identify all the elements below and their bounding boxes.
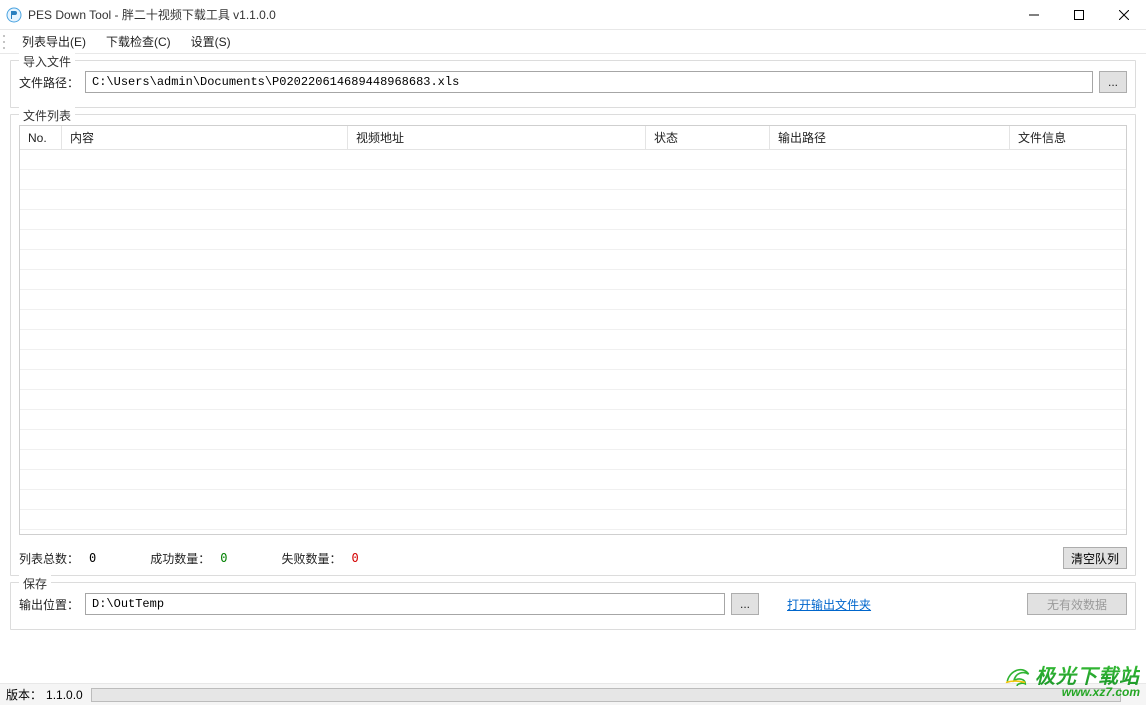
fail-count-value: 0 xyxy=(352,551,359,565)
file-list-grid[interactable]: No. 内容 视频地址 状态 输出路径 文件信息 xyxy=(19,125,1127,535)
file-path-label: 文件路径： xyxy=(19,74,79,91)
column-header-file-info[interactable]: 文件信息 xyxy=(1010,126,1126,149)
menu-download-check[interactable]: 下载检查(C) xyxy=(96,30,181,53)
file-path-input[interactable] xyxy=(85,71,1093,93)
stats-row: 列表总数： 0 成功数量： 0 失败数量： 0 清空队列 xyxy=(19,547,1127,569)
minimize-button[interactable] xyxy=(1011,0,1056,29)
close-button[interactable] xyxy=(1101,0,1146,29)
fail-count-label: 失败数量： xyxy=(282,550,342,567)
menu-settings[interactable]: 设置(S) xyxy=(181,30,241,53)
browse-output-button[interactable]: ... xyxy=(731,593,759,615)
menu-bar: 列表导出(E) 下载检查(C) 设置(S) xyxy=(0,30,1146,54)
no-valid-data-button: 无有效数据 xyxy=(1027,593,1127,615)
window-title: PES Down Tool - 胖二十视频下载工具 v1.1.0.0 xyxy=(28,6,276,23)
save-group-title: 保存 xyxy=(19,575,51,592)
client-area: 导入文件 文件路径： ... 文件列表 No. 内容 视频地址 状态 输出路径 … xyxy=(0,54,1146,630)
app-icon xyxy=(6,7,22,23)
total-count-value: 0 xyxy=(89,551,96,565)
import-file-group: 导入文件 文件路径： ... xyxy=(10,60,1136,108)
column-header-no[interactable]: No. xyxy=(20,126,62,149)
toolbar-grip-icon xyxy=(2,33,8,51)
window-controls xyxy=(1011,0,1146,29)
progress-bar xyxy=(91,688,1121,702)
title-bar: PES Down Tool - 胖二十视频下载工具 v1.1.0.0 xyxy=(0,0,1146,30)
column-header-video-url[interactable]: 视频地址 xyxy=(348,126,646,149)
save-group: 保存 输出位置： ... 打开输出文件夹 无有效数据 xyxy=(10,582,1136,630)
clear-queue-button[interactable]: 清空队列 xyxy=(1063,547,1127,569)
menu-export[interactable]: 列表导出(E) xyxy=(12,30,96,53)
grid-body[interactable] xyxy=(20,150,1126,534)
import-group-title: 导入文件 xyxy=(19,53,75,70)
output-location-label: 输出位置： xyxy=(19,596,79,613)
column-header-content[interactable]: 内容 xyxy=(62,126,348,149)
grid-header: No. 内容 视频地址 状态 输出路径 文件信息 xyxy=(20,126,1126,150)
column-header-output-path[interactable]: 输出路径 xyxy=(770,126,1010,149)
total-count-label: 列表总数： xyxy=(19,550,79,567)
column-header-status[interactable]: 状态 xyxy=(646,126,770,149)
success-count-label: 成功数量： xyxy=(150,550,210,567)
file-list-group-title: 文件列表 xyxy=(19,107,75,124)
success-count-value: 0 xyxy=(220,551,227,565)
maximize-button[interactable] xyxy=(1056,0,1101,29)
version-label: 版本： xyxy=(6,686,42,703)
status-bar: 版本： 1.1.0.0 xyxy=(0,683,1146,705)
file-list-group: 文件列表 No. 内容 视频地址 状态 输出路径 文件信息 列表总数： 0 成功… xyxy=(10,114,1136,576)
version-value: 1.1.0.0 xyxy=(46,688,83,702)
output-location-input[interactable] xyxy=(85,593,725,615)
browse-file-button[interactable]: ... xyxy=(1099,71,1127,93)
open-output-folder-link[interactable]: 打开输出文件夹 xyxy=(787,596,871,613)
